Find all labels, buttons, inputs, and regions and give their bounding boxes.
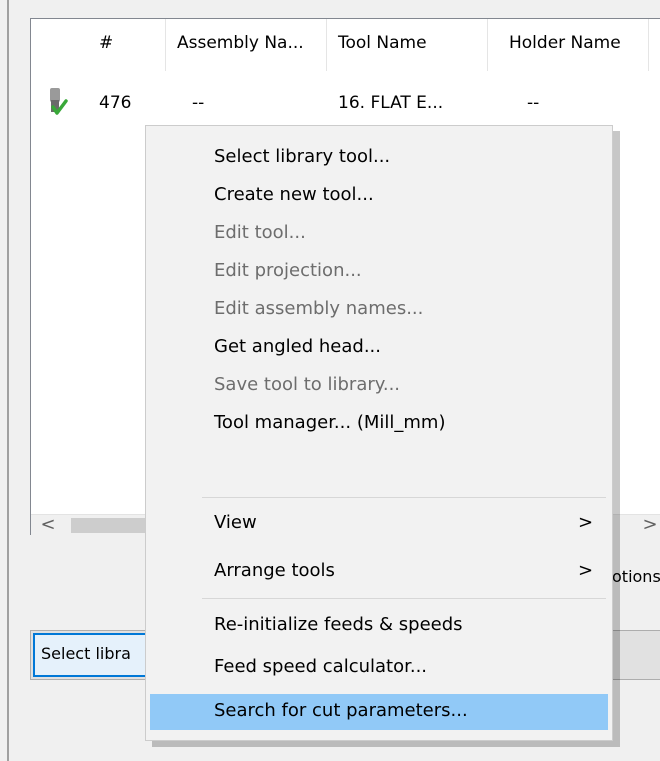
menu-item-save-tool-to-library[interactable]: Save tool to library... — [150, 368, 608, 404]
column-separator[interactable] — [648, 19, 649, 71]
context-menu: Select library tool... Create new tool..… — [145, 125, 613, 741]
menu-item-edit-tool[interactable]: Edit tool... — [150, 216, 608, 252]
column-header-assembly-name[interactable]: Assembly Na... — [177, 33, 304, 53]
menu-item-view[interactable]: View > — [150, 506, 608, 542]
menu-item-tool-manager[interactable]: Tool manager... (Mill_mm) — [150, 406, 608, 442]
menu-item-select-library-tool[interactable]: Select library tool... — [150, 140, 608, 176]
column-separator[interactable] — [326, 19, 327, 71]
submenu-arrow-icon: > — [578, 512, 594, 533]
menu-item-label: Select library tool... — [214, 146, 391, 167]
menu-item-label: Edit projection... — [214, 260, 362, 281]
menu-item-create-new-tool[interactable]: Create new tool... — [150, 178, 608, 214]
menu-item-label: Save tool to library... — [214, 374, 401, 395]
window-edge — [0, 0, 9, 761]
menu-item-search-cut-parameters[interactable]: Search for cut parameters... — [150, 694, 608, 730]
cell-tool-name: 16. FLAT E... — [338, 93, 444, 113]
column-header-holder-name[interactable]: Holder Name — [509, 33, 621, 53]
scroll-right-icon[interactable]: > — [635, 515, 660, 536]
column-separator[interactable] — [487, 19, 488, 71]
menu-separator — [202, 598, 606, 599]
select-library-tool-label: Select libra — [41, 644, 131, 663]
menu-item-edit-projection[interactable]: Edit projection... — [150, 254, 608, 290]
menu-item-arrange-tools[interactable]: Arrange tools > — [150, 554, 608, 590]
column-header-tool-name[interactable]: Tool Name — [338, 33, 427, 53]
menu-item-label: Tool manager... (Mill_mm) — [214, 412, 446, 433]
menu-item-feed-speed-calculator[interactable]: Feed speed calculator... — [150, 650, 608, 686]
scroll-left-icon[interactable]: < — [33, 515, 63, 536]
menu-item-label: Edit tool... — [214, 222, 306, 243]
cell-number: 476 — [99, 93, 132, 113]
menu-item-label: Get angled head... — [214, 336, 381, 357]
menu-item-label: Search for cut parameters... — [214, 700, 468, 721]
menu-item-label: View — [214, 512, 257, 533]
submenu-arrow-icon: > — [578, 560, 594, 581]
endmill-tool-icon — [50, 88, 68, 115]
menu-separator — [202, 497, 606, 498]
column-header-number[interactable]: # — [99, 33, 113, 53]
cell-holder-name: -- — [527, 93, 540, 113]
menu-item-label: Feed speed calculator... — [214, 656, 428, 677]
menu-item-edit-assembly-names[interactable]: Edit assembly names... — [150, 292, 608, 328]
menu-item-label: Re-initialize feeds & speeds — [214, 614, 463, 635]
menu-item-label: Arrange tools — [214, 560, 335, 581]
menu-item-label: Create new tool... — [214, 184, 374, 205]
column-separator[interactable] — [165, 19, 166, 71]
cell-assembly-name: -- — [192, 93, 205, 113]
menu-item-label: Edit assembly names... — [214, 298, 424, 319]
menu-item-reinitialize-feeds-speeds[interactable]: Re-initialize feeds & speeds — [150, 608, 608, 644]
menu-item-get-angled-head[interactable]: Get angled head... — [150, 330, 608, 366]
